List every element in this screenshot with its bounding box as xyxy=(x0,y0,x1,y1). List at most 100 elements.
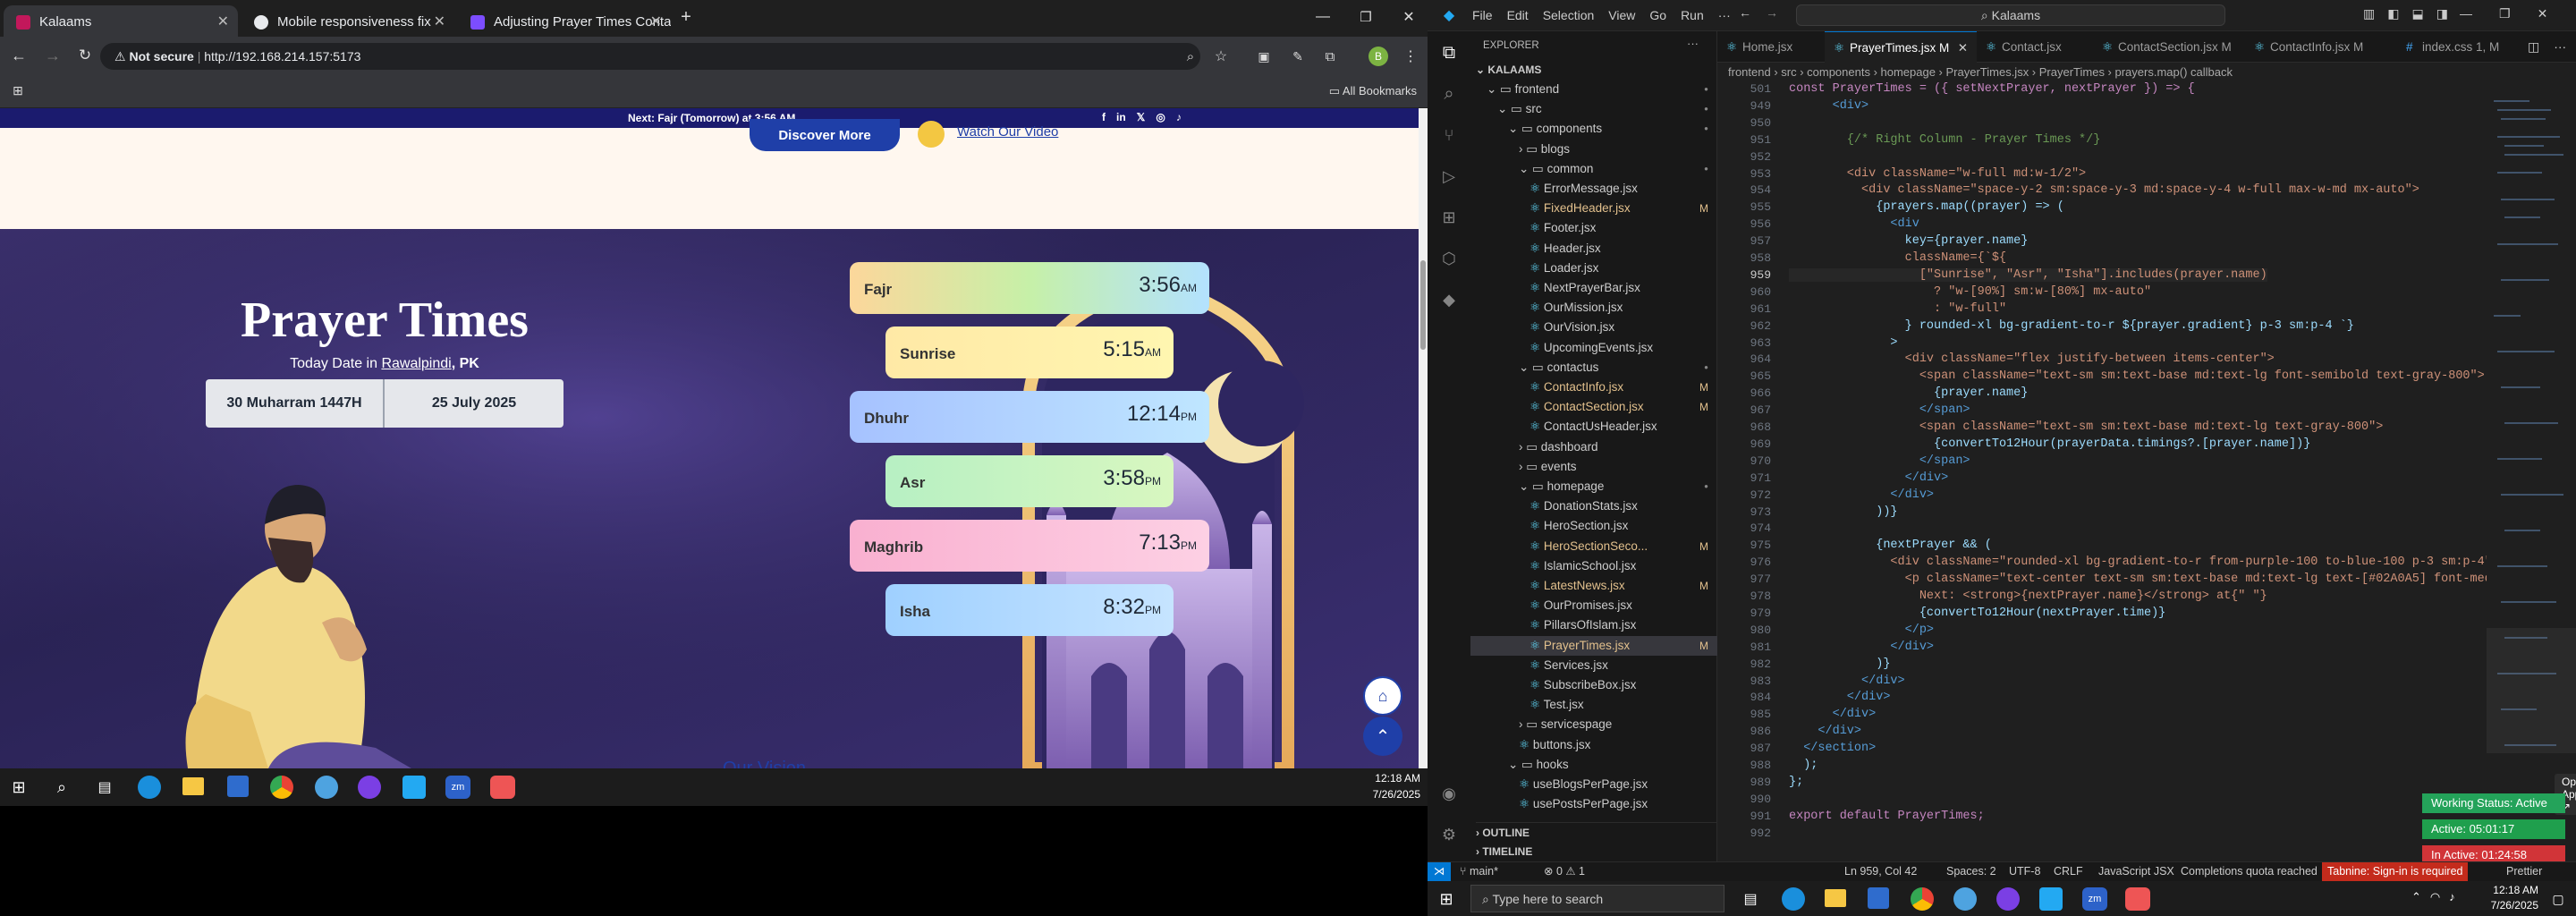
vscode-icon[interactable] xyxy=(2039,887,2063,911)
file-explorer-icon[interactable] xyxy=(182,777,204,795)
mosque-chat-icon[interactable]: ⌂ xyxy=(1363,676,1402,716)
tracker-app-icon[interactable] xyxy=(490,776,515,799)
tree-folder[interactable]: ⌄ ▭ components ● xyxy=(1470,119,1717,139)
tree-file[interactable]: ⚛ Loader.jsx xyxy=(1470,259,1717,278)
workspace-root[interactable]: ⌄ KALAAMS xyxy=(1476,60,1541,80)
code-line[interactable]: </div> xyxy=(1789,674,1905,688)
watch-video-link[interactable]: Watch Our Video xyxy=(957,124,1058,140)
zoom-app-icon[interactable]: zm xyxy=(445,776,470,799)
code-line[interactable]: )} xyxy=(1789,657,1890,671)
extensions-puzzle-icon[interactable]: ⧉ xyxy=(1320,47,1340,66)
editor-tab-home[interactable]: ⚛ Home.jsx xyxy=(1717,31,1825,63)
close-tab-icon[interactable]: ✕ xyxy=(217,13,229,30)
tree-folder[interactable]: › ▭ dashboard xyxy=(1470,437,1717,457)
vscode-icon[interactable] xyxy=(402,776,426,799)
app-icon[interactable] xyxy=(315,776,338,799)
editor-tab-prayertimes[interactable]: ⚛ PrayerTimes.jsx M ✕ xyxy=(1825,31,1977,63)
source-control-icon[interactable]: ⑂ xyxy=(1438,124,1460,146)
search-icon[interactable]: ⌕ xyxy=(52,777,72,797)
code-line[interactable]: <div xyxy=(1789,217,1919,231)
menu-more[interactable]: ··· xyxy=(1718,8,1731,22)
minimap[interactable] xyxy=(2487,82,2576,861)
edge-icon[interactable] xyxy=(138,776,161,799)
code-line[interactable]: {nextPrayer && ( xyxy=(1789,539,1992,552)
menu-view[interactable]: View xyxy=(1608,8,1635,22)
tree-folder[interactable]: › ▭ servicespage xyxy=(1470,715,1717,734)
code-line[interactable]: <div> xyxy=(1789,99,1869,113)
line-endings[interactable]: CRLF xyxy=(2054,862,2083,881)
tiktok-icon[interactable]: ♪ xyxy=(1176,111,1182,123)
layout-icon[interactable]: ▥ xyxy=(2363,6,2375,21)
close-icon[interactable]: ✕ xyxy=(2538,6,2548,21)
task-view-icon[interactable]: ▤ xyxy=(1741,889,1760,909)
outline-section[interactable]: › OUTLINE xyxy=(1476,822,1717,842)
nav-back-icon[interactable]: ← xyxy=(1739,5,1757,20)
close-tab-icon[interactable]: ✕ xyxy=(434,13,445,30)
code-line[interactable]: </div> xyxy=(1789,640,1934,654)
code-line[interactable]: {convertTo12Hour(nextPrayer.time)} xyxy=(1789,606,2165,620)
notifications-icon[interactable]: ▢ xyxy=(2549,890,2567,908)
tray-chevron-icon[interactable]: ⌃ xyxy=(2411,890,2421,904)
panel-right-icon[interactable]: ◨ xyxy=(2436,6,2448,21)
code-line[interactable]: : "w-full" xyxy=(1789,302,2006,316)
tracker-app-icon[interactable] xyxy=(2125,887,2150,911)
new-tab-icon[interactable]: + xyxy=(676,7,696,27)
code-line[interactable]: {convertTo12Hour(prayerData.timings?.[pr… xyxy=(1789,437,2310,451)
instagram-icon[interactable]: ◎ xyxy=(1156,111,1165,123)
code-line[interactable]: const PrayerTimes = ({ setNextPrayer, ne… xyxy=(1789,82,2195,96)
window-close-icon[interactable]: ✕ xyxy=(1395,5,1422,29)
more-actions-icon[interactable]: ··· xyxy=(2554,39,2566,55)
extension-icon[interactable]: ▣ xyxy=(1254,47,1274,66)
pen-icon[interactable]: ✎ xyxy=(1288,47,1308,66)
maximize-icon[interactable]: ❐ xyxy=(2499,6,2511,21)
zoom-app-icon[interactable]: zm xyxy=(2082,887,2107,911)
city-link[interactable]: Rawalpindi xyxy=(381,356,451,371)
tree-file[interactable]: ⚛ OurMission.jsx xyxy=(1470,298,1717,318)
bookmark-star-icon[interactable]: ☆ xyxy=(1211,47,1231,66)
tree-file[interactable]: ⚛ UpcomingEvents.jsx xyxy=(1470,338,1717,358)
discover-more-button[interactable]: Discover More xyxy=(750,119,900,151)
tree-file[interactable]: ⚛ PrayerTimes.jsx M xyxy=(1470,635,1717,656)
remote-indicator-icon[interactable]: ⋊ xyxy=(1428,862,1451,881)
zoom-icon[interactable]: ⌕ xyxy=(1181,47,1200,66)
timeline-section[interactable]: › TIMELINE xyxy=(1476,842,1717,861)
forward-icon[interactable]: → xyxy=(43,46,63,65)
editor-tab-indexcss[interactable]: # index.css 1, M xyxy=(2397,31,2522,63)
windows-start-icon[interactable]: ⊞ xyxy=(9,777,29,797)
menu-run[interactable]: Run xyxy=(1681,8,1704,22)
indentation[interactable]: Spaces: 2 xyxy=(1946,862,1996,881)
omnibox[interactable]: ⚠ Not secure | http://192.168.214.157:51… xyxy=(100,43,1200,70)
chrome-icon[interactable] xyxy=(1911,887,1934,911)
code-line[interactable]: </span> xyxy=(1789,403,1970,417)
code-line[interactable]: } rounded-xl bg-gradient-to-r ${prayer.g… xyxy=(1789,319,2354,333)
apps-grid-icon[interactable]: ⊞ xyxy=(9,81,27,99)
tree-file[interactable]: ⚛ OurVision.jsx xyxy=(1470,318,1717,337)
code-line[interactable]: {prayers.map((prayer) => ( xyxy=(1789,200,2064,214)
x-icon[interactable]: 𝕏 xyxy=(1137,111,1146,123)
minimize-icon[interactable]: — xyxy=(2460,6,2472,21)
cursor-position[interactable]: Ln 959, Col 42 xyxy=(1844,862,1917,881)
tree-folder[interactable]: › ▭ events xyxy=(1470,457,1717,477)
tree-file[interactable]: ⚛ SubscribeBox.jsx xyxy=(1470,675,1717,695)
code-line[interactable]: <div className="rounded-xl bg-gradient-t… xyxy=(1789,556,2499,569)
store-icon[interactable] xyxy=(227,776,249,797)
linkedin-icon[interactable]: in xyxy=(1116,111,1126,123)
code-line[interactable]: </section> xyxy=(1789,742,1876,755)
task-view-icon[interactable]: ▤ xyxy=(95,777,114,797)
code-line[interactable]: <p className="text-center text-sm sm:tex… xyxy=(1789,572,2529,586)
run-debug-icon[interactable]: ▷ xyxy=(1438,165,1460,187)
tabnine-status[interactable]: Tabnine: Sign-in is required xyxy=(2322,862,2469,881)
github-desktop-icon[interactable] xyxy=(358,776,381,799)
network-icon[interactable]: ◠ xyxy=(2430,890,2440,904)
code-line[interactable]: <span className="text-sm sm:text-base md… xyxy=(1789,420,2384,434)
account-icon[interactable]: ◉ xyxy=(1438,783,1460,804)
code-line[interactable]: <div className="flex justify-between ite… xyxy=(1789,352,2275,366)
code-line[interactable]: ? "w-[90%] sm:w-[80%] mx-auto" xyxy=(1789,285,2151,299)
panel-left-icon[interactable]: ◧ xyxy=(2387,6,2399,21)
code-line[interactable]: </div> xyxy=(1789,708,1877,721)
github-desktop-icon[interactable] xyxy=(1996,887,2020,911)
tree-file[interactable]: ⚛ HeroSection.jsx xyxy=(1470,516,1717,536)
code-line[interactable]: <div className="w-full md:w-1/2"> xyxy=(1789,167,2086,181)
tree-file[interactable]: ⚛ LatestNews.jsx M xyxy=(1470,576,1717,596)
tree-file[interactable]: ⚛ buttons.jsx xyxy=(1470,735,1717,755)
